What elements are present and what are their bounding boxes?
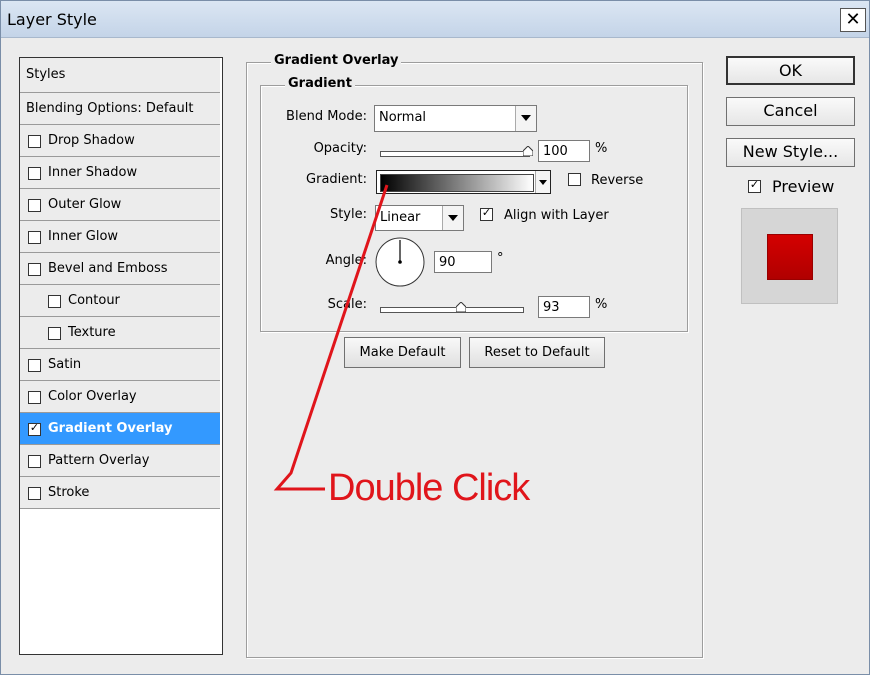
layer-style-dialog: Layer Style ✕ Styles Blending Options: D… — [0, 0, 870, 675]
double-click-annotation: Double Click — [328, 467, 530, 509]
annotation-arrow — [273, 184, 389, 491]
